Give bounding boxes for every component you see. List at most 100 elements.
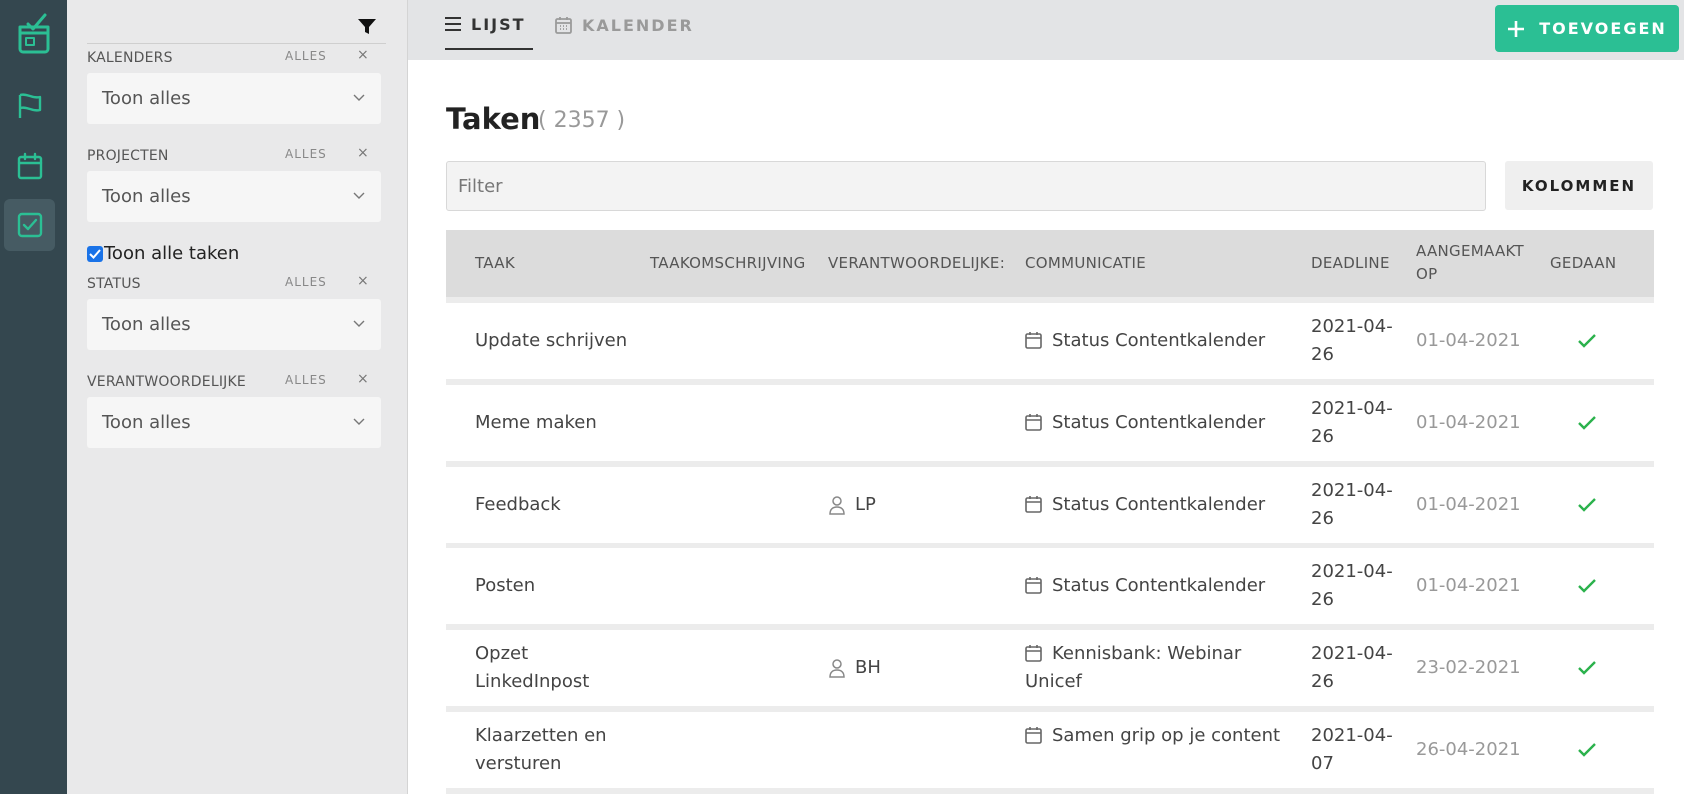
filter-label: VERANTWOORDELIJKE [87,374,246,390]
chevron-down-icon [353,192,365,199]
header-aangemaakt[interactable]: AANGEMAAKT OP [1416,240,1524,286]
cell-taak[interactable]: Feedback [475,491,561,519]
table-row[interactable]: Meme maken Status Contentkalender 2021-04-… [446,385,1654,461]
done-check-icon[interactable] [1578,498,1596,512]
header-taakomschrijving[interactable]: TAAKOMSCHRIJVING [650,252,806,275]
done-check-icon[interactable] [1578,661,1596,675]
cell-communicatie[interactable]: Status Contentkalender [1025,409,1285,437]
cell-deadline: 2021-04- 26 [1311,313,1393,369]
comm-line1: Status Contentkalender [1052,575,1266,596]
nav-flag-icon[interactable] [4,80,55,132]
header-deadline[interactable]: DEADLINE [1311,252,1390,275]
cell-taak[interactable]: Update schrijven [475,327,627,355]
filter-clear-icon[interactable]: × [357,47,369,63]
kalenders-select[interactable]: Toon alles [87,73,381,124]
filter-label: PROJECTEN [87,148,169,164]
show-all-tasks-toggle[interactable]: Toon alle taken [87,243,239,264]
comm-line1: Status Contentkalender [1052,494,1266,515]
cell-taak[interactable]: Meme maken [475,409,597,437]
tab-kalender-label: KALENDER [582,15,694,35]
user-icon [828,495,846,515]
taak-line1: Feedback [475,494,561,515]
done-check-icon[interactable] [1578,579,1596,593]
app-logo-icon[interactable] [8,8,60,60]
comm-line2: Unicef [1025,671,1082,692]
deadline-line1: 2021-04- [1311,725,1393,746]
task-count: ( 2357 ) [538,108,626,133]
cell-communicatie[interactable]: Samen grip op je content [1025,722,1285,750]
taak-line1: Meme maken [475,412,597,433]
filter-all-link[interactable]: ALLES [285,373,327,387]
deadline-line1: 2021-04- [1311,561,1393,582]
cell-taak[interactable]: Opzet LinkedInpost [475,640,589,696]
deadline-line1: 2021-04- [1311,398,1393,419]
show-all-tasks-checkbox[interactable] [87,245,103,262]
nav-calendar-icon[interactable] [4,140,55,192]
filter-group-verantwoordelijke: VERANTWOORDELIJKE ALLES × Toon alles [87,371,381,448]
deadline-line2: 26 [1311,508,1334,529]
filter-clear-icon[interactable]: × [357,273,369,289]
table-row[interactable]: Opzet LinkedInpost BH Kennisbank: Webinar Un… [446,630,1654,706]
chevron-down-icon [353,320,365,327]
cell-communicatie[interactable]: Status Contentkalender [1025,572,1285,600]
filter-clear-icon[interactable]: × [357,371,369,387]
done-check-icon[interactable] [1578,334,1596,348]
filter-clear-icon[interactable]: × [357,145,369,161]
deadline-line2: 26 [1311,671,1334,692]
table-row[interactable]: Update schrijven Status Contentkalender 20… [446,303,1654,379]
table-row[interactable]: Posten Status Contentkalender 2021-04- 26 01… [446,548,1654,624]
header-taak[interactable]: TAAK [475,252,515,275]
projecten-select[interactable]: Toon alles [87,171,381,222]
filter-input[interactable] [446,161,1486,211]
table-header: TAAK TAAKOMSCHRIJVING VERANTWOORDELIJKE:… [446,230,1654,297]
tab-kalender[interactable]: KALENDER [555,0,694,50]
taak-line2: LinkedInpost [475,671,590,692]
table-row[interactable]: Klaarzetten en versturen Samen grip op je … [446,712,1654,788]
cell-taak[interactable]: Klaarzetten en versturen [475,722,607,778]
list-icon [445,17,461,31]
verantwoordelijke-select[interactable]: Toon alles [87,397,381,448]
page-title: Taken [446,102,541,136]
filter-all-link[interactable]: ALLES [285,147,327,161]
taak-line2: versturen [475,753,562,774]
done-check-icon[interactable] [1578,416,1596,430]
filter-all-link[interactable]: ALLES [285,275,327,289]
deadline-line2: 26 [1311,344,1334,365]
select-value: Toon alles [102,88,191,109]
cell-deadline: 2021-04- 07 [1311,722,1393,778]
filter-group-status: STATUS ALLES × Toon alles [87,273,381,350]
header-verantwoordelijke[interactable]: VERANTWOORDELIJKE: [828,252,1005,275]
cell-communicatie[interactable]: Kennisbank: Webinar Unicef [1025,640,1285,696]
comm-line1: Status Contentkalender [1052,330,1266,351]
done-check-icon[interactable] [1578,743,1596,757]
top-bar: LIJST KALENDER TOEVOEGEN [408,0,1684,60]
columns-button[interactable]: KOLOMMEN [1505,161,1653,210]
taak-line1: Opzet [475,643,529,664]
filter-all-link[interactable]: ALLES [285,49,327,63]
cell-taak[interactable]: Posten [475,572,535,600]
filter-divider [87,43,386,44]
filter-label: STATUS [87,276,141,292]
cell-deadline: 2021-04- 26 [1311,640,1393,696]
taak-line1: Update schrijven [475,330,628,351]
show-all-tasks-label: Toon alle taken [104,243,240,264]
filter-label: KALENDERS [87,50,173,66]
select-value: Toon alles [102,412,191,433]
deadline-line1: 2021-04- [1311,316,1393,337]
cell-communicatie[interactable]: Status Contentkalender [1025,491,1285,519]
add-button[interactable]: TOEVOEGEN [1495,5,1679,52]
tab-lijst[interactable]: LIJST [445,0,533,50]
header-communicatie[interactable]: COMMUNICATIE [1025,252,1146,275]
chevron-down-icon [353,418,365,425]
nav-tasks-icon[interactable] [4,199,55,251]
select-value: Toon alles [102,186,191,207]
cell-created: 23-02-2021 [1416,657,1521,678]
table-row[interactable]: Feedback LP Status Contentkalender 2021-04-… [446,467,1654,543]
cell-communicatie[interactable]: Status Contentkalender [1025,327,1285,355]
comm-line1: Kennisbank: Webinar [1052,643,1242,664]
comm-line1: Status Contentkalender [1052,412,1266,433]
filter-group-kalenders: KALENDERS ALLES × Toon alles [87,47,381,124]
header-gedaan[interactable]: GEDAAN [1550,252,1616,275]
filter-funnel-icon[interactable] [358,19,378,37]
status-select[interactable]: Toon alles [87,299,381,350]
